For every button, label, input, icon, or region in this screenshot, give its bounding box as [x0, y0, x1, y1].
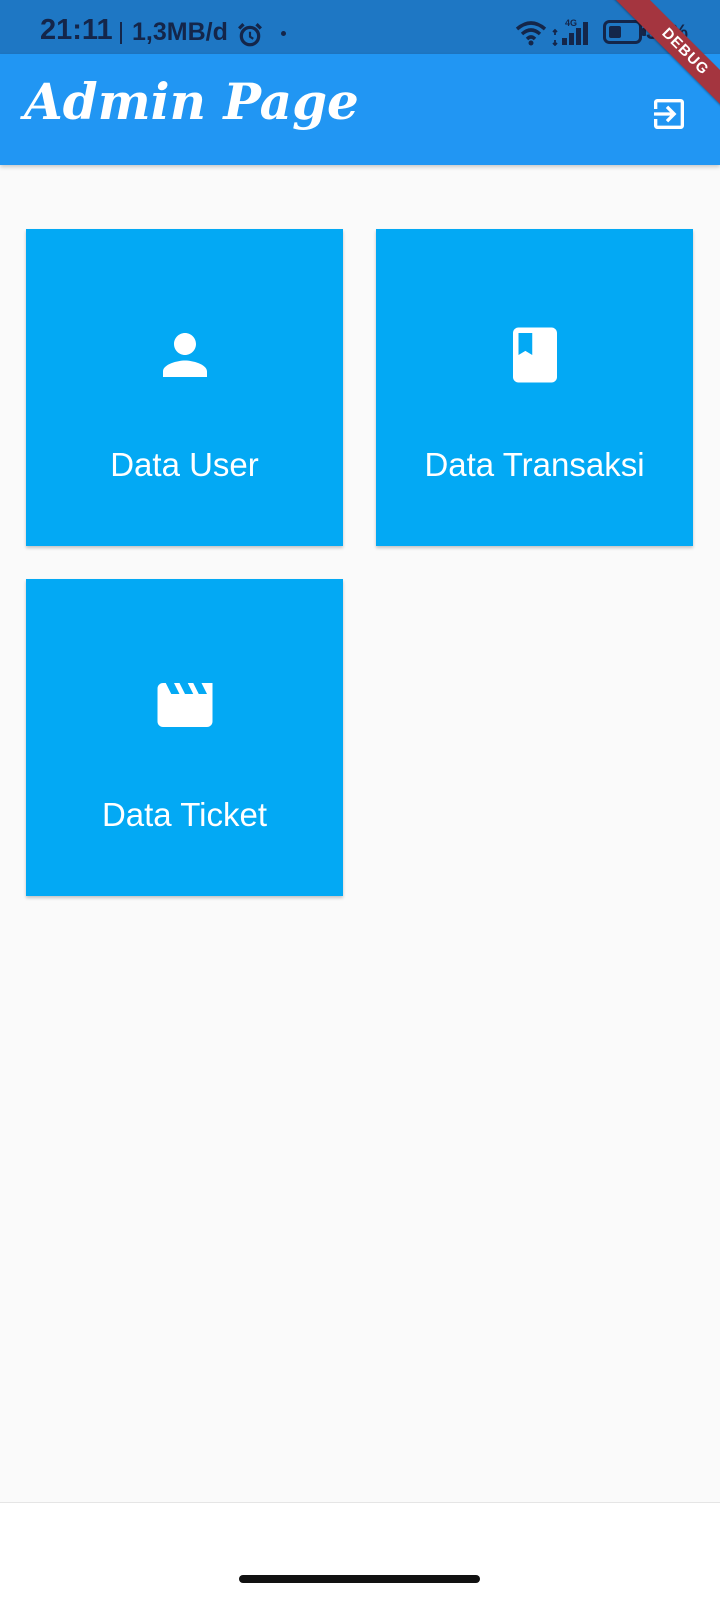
page-title: Admin Page [24, 72, 359, 131]
data-user-card[interactable]: Data User [26, 229, 343, 546]
movie-clapper-icon [157, 683, 213, 727]
home-indicator[interactable] [239, 1575, 480, 1583]
logout-button[interactable] [643, 88, 691, 136]
alarm-icon [237, 22, 263, 52]
status-separator [120, 22, 122, 44]
app-bar: Admin Page [0, 54, 720, 165]
wifi-icon [515, 20, 547, 50]
signal-icon [552, 20, 594, 50]
person-icon [163, 333, 207, 377]
notification-dot-icon [281, 31, 286, 36]
system-nav-bar [0, 1502, 720, 1601]
data-ticket-card[interactable]: Data Ticket [26, 579, 343, 896]
status-time: 21:11 [40, 14, 113, 46]
book-icon [513, 327, 557, 383]
status-bar: 21:11 1,3MB/d 4G 34 [0, 0, 720, 54]
data-transaksi-label: Data Transaksi [424, 446, 645, 483]
data-user-label: Data User [110, 446, 259, 483]
network-speed: 1,3MB/d [132, 18, 228, 46]
data-transaksi-card[interactable]: Data Transaksi [376, 229, 693, 546]
data-ticket-label: Data Ticket [101, 796, 268, 833]
logout-icon [654, 99, 684, 129]
